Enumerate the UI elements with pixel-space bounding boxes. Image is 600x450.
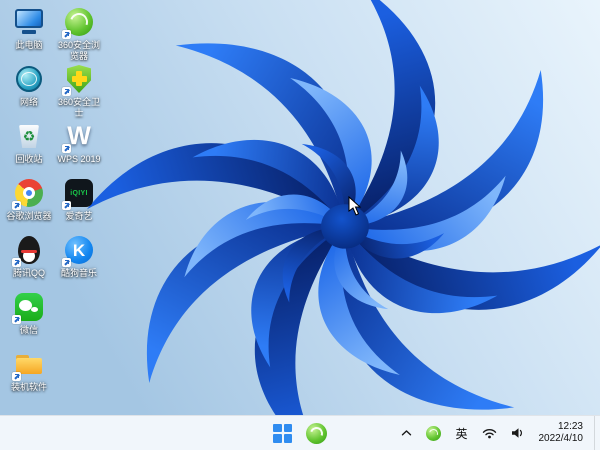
taskbar-center <box>270 416 330 450</box>
desktop-icon-software-folder[interactable]: 装机软件 <box>5 348 53 405</box>
speaker-icon <box>511 428 522 438</box>
input-method-indicator[interactable]: 英 <box>450 421 472 446</box>
desktop-icon-label: 360安全浏览器 <box>57 40 101 61</box>
show-desktop-strip[interactable] <box>594 416 598 450</box>
desktop-icon-label: 此电脑 <box>15 40 43 50</box>
desktop-icon-wechat[interactable]: 微信 <box>5 291 53 348</box>
system-tray: 英 12:23 2022/4/10 <box>396 416 598 450</box>
volume-button[interactable] <box>506 423 530 443</box>
start-button[interactable] <box>270 421 295 446</box>
desktop-icon-label: WPS 2019 <box>57 154 101 164</box>
shortcut-arrow-icon <box>62 201 71 210</box>
desktop-icon-360-guard[interactable]: 360安全卫士 <box>55 63 103 120</box>
360-browser-icon <box>62 6 95 39</box>
shortcut-arrow-icon <box>62 258 71 267</box>
desktop-icon-label: 360安全卫士 <box>57 97 101 118</box>
360-browser-icon <box>306 422 327 444</box>
desktop-icon-qq[interactable]: 腾讯QQ <box>5 234 53 291</box>
recycle-symbol: ♻ <box>22 128 36 144</box>
desktop-icon-label: 装机软件 <box>10 382 47 392</box>
desktop-icon-label: 谷歌浏览器 <box>6 211 52 221</box>
iqiyi-wordmark: iQIYI <box>70 189 88 197</box>
desktop-icon-label: 回收站 <box>15 154 43 164</box>
desktop-icon-label: 微信 <box>19 325 38 335</box>
shield-cross <box>71 71 87 86</box>
desktop-icon-chrome[interactable]: 谷歌浏览器 <box>5 177 53 234</box>
desktop-icon-label: 酷狗音乐 <box>60 268 97 278</box>
wifi-icon <box>482 429 496 439</box>
desktop-icon-label: 腾讯QQ <box>12 268 45 278</box>
kugou-icon: K <box>62 234 95 267</box>
clock[interactable]: 12:23 2022/4/10 <box>534 417 589 450</box>
desktop-icon-kugou[interactable]: K 酷狗音乐 <box>55 234 103 291</box>
desktop-icon-label: 爱奇艺 <box>65 211 93 221</box>
clock-time: 12:23 <box>557 420 583 432</box>
shortcut-arrow-icon <box>12 258 21 267</box>
desktop-icon-this-pc[interactable]: 此电脑 <box>5 6 53 63</box>
qq-scarf <box>21 250 37 253</box>
wechat-icon <box>12 291 45 324</box>
this-pc-icon <box>13 6 45 38</box>
desktop[interactable]: 此电脑 网络 ♻ 回收站 谷歌浏览器 腾讯QQ 微信 装机软件 360安全浏览器… <box>0 0 600 416</box>
recycle-bin-icon: ♻ <box>13 120 45 152</box>
windows-logo-icon <box>273 423 292 443</box>
iqiyi-icon: iQIYI <box>62 177 95 210</box>
shortcut-arrow-icon <box>62 87 71 96</box>
network-icon <box>13 63 45 95</box>
chevron-up-icon <box>402 430 412 436</box>
taskbar: 英 12:23 2022/4/10 <box>0 415 600 450</box>
shortcut-arrow-icon <box>62 144 71 153</box>
shortcut-arrow-icon <box>62 30 71 39</box>
desktop-icon-grid: 此电脑 网络 ♻ 回收站 谷歌浏览器 腾讯QQ 微信 装机软件 360安全浏览器… <box>5 6 103 405</box>
desktop-icon-360-browser[interactable]: 360安全浏览器 <box>55 6 103 63</box>
shortcut-arrow-icon <box>12 372 21 381</box>
kugou-letter: K <box>72 240 86 260</box>
desktop-icon-iqiyi[interactable]: iQIYI 爱奇艺 <box>55 177 103 234</box>
network-button[interactable] <box>477 423 502 443</box>
qq-icon <box>12 234 45 267</box>
shortcut-arrow-icon <box>12 201 21 210</box>
360-guard-shield-icon <box>62 63 95 96</box>
desktop-icon-network[interactable]: 网络 <box>5 63 53 120</box>
360-tray-icon <box>426 425 442 441</box>
shortcut-arrow-icon <box>12 315 21 324</box>
desktop-icon-wps[interactable]: W WPS 2019 <box>55 120 103 177</box>
wps-icon: W <box>62 120 95 153</box>
clock-date: 2022/4/10 <box>538 433 584 444</box>
chrome-icon <box>12 177 45 210</box>
tray-overflow-button[interactable] <box>396 425 417 441</box>
desktop-icon-label: 网络 <box>19 97 38 107</box>
tray-360-guard-button[interactable] <box>421 422 446 445</box>
folder-icon <box>12 348 45 381</box>
taskbar-360-browser-button[interactable] <box>303 420 330 447</box>
desktop-icon-recycle-bin[interactable]: ♻ 回收站 <box>5 120 53 177</box>
